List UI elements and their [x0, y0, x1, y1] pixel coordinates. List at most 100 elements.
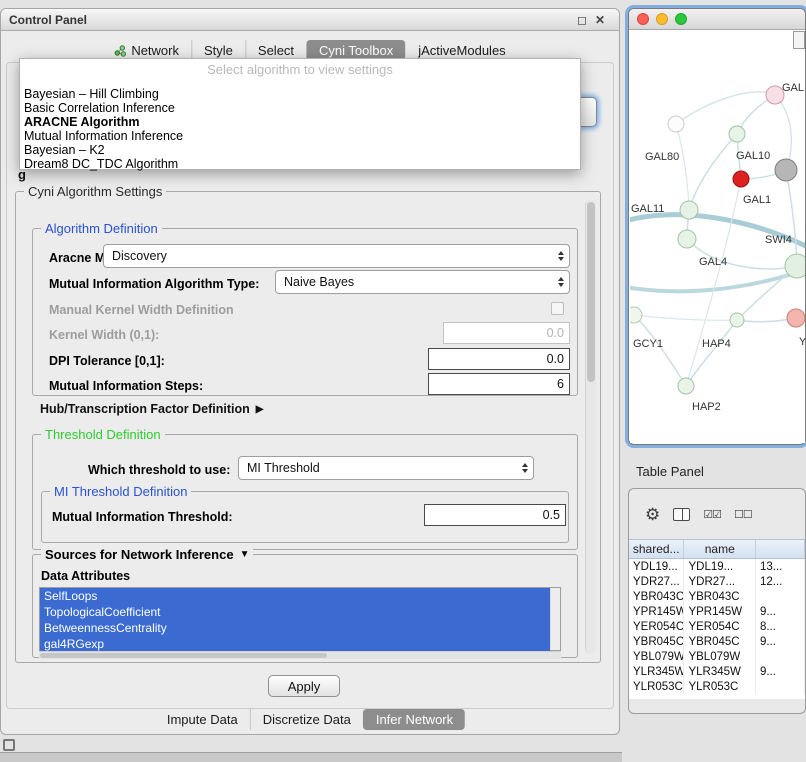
minimize-traffic-light[interactable] [656, 13, 668, 25]
attribute-item-selected[interactable]: SelfLoops [40, 588, 550, 604]
settings-scrollbar-thumb[interactable] [587, 202, 595, 382]
network-node[interactable] [668, 116, 684, 132]
tab-impute-data[interactable]: Impute Data [155, 709, 250, 730]
network-node-label: GAL4 [699, 256, 727, 268]
table-row[interactable]: YLR053CYLR053C [629, 679, 805, 694]
which-threshold-select[interactable]: MI Threshold [238, 456, 534, 480]
tab-label: Network [131, 43, 179, 58]
table-cell: YDR27... [684, 574, 755, 589]
table-cell: YDL19... [629, 559, 684, 574]
dpi-tolerance-input[interactable]: 0.0 [428, 348, 570, 370]
algorithm-option-selected[interactable]: ARACNE Algorithm [23, 115, 577, 129]
network-edge [630, 269, 805, 291]
table-row[interactable]: YER054CYER054C8... [629, 619, 805, 634]
table-row[interactable]: YLR345WYLR345W9... [629, 664, 805, 679]
network-node[interactable] [630, 307, 642, 323]
float-window-icon[interactable]: ◻ [577, 14, 587, 26]
table-cell: YPR145W [684, 604, 755, 619]
table-cell: YER054C [629, 619, 684, 634]
network-node[interactable] [733, 171, 749, 187]
network-node-label: GAL10 [736, 150, 770, 162]
table-cell: YBL079W [684, 649, 755, 664]
algorithm-definition-title: Algorithm Definition [41, 221, 162, 236]
column-header-shared-name[interactable]: shared... [629, 540, 684, 558]
table-cell: YDL19... [684, 559, 755, 574]
network-edge [634, 315, 686, 386]
mi-steps-input[interactable]: 6 [428, 373, 570, 395]
column-settings-icon[interactable] [673, 508, 690, 521]
algorithm-option[interactable]: Bayesian – Hill Climbing [23, 87, 577, 101]
attribute-item-selected[interactable]: TopologicalCoefficient [40, 604, 550, 620]
apply-button-label: Apply [288, 679, 321, 694]
which-threshold-value: MI Threshold [247, 461, 320, 475]
network-node[interactable] [678, 230, 696, 248]
table-cell [756, 589, 805, 604]
collapsed-arrow-icon: ▶ [256, 404, 264, 415]
algorithm-select-placeholder: Select algorithm to view settings [20, 62, 580, 77]
panel-toggle-icon[interactable] [3, 739, 15, 751]
network-canvas[interactable]: GALGAL80GAL10GAL11GAL1SWI4GAL4GCY1HAP4YH… [630, 31, 805, 443]
attribute-item-selected[interactable]: gal4RGexp [40, 636, 550, 652]
network-node[interactable] [678, 378, 694, 394]
settings-scrollbar[interactable] [585, 200, 596, 654]
attribute-list-hscrollbar[interactable] [39, 651, 561, 659]
network-node-label: GCY1 [633, 338, 663, 350]
table-cell [756, 679, 805, 694]
table-cell: 9... [756, 634, 805, 649]
kernel-width-value: 0.0 [547, 326, 564, 340]
algorithm-option[interactable]: Dream8 DC_TDC Algorithm [23, 157, 577, 171]
column-header-clipped[interactable] [756, 540, 805, 558]
dpi-tolerance-label: DPI Tolerance [0,1]: [49, 354, 165, 368]
aracne-mode-select[interactable]: Discovery [103, 244, 570, 268]
control-panel-titlebar: Control Panel ◻ ✕ [1, 9, 619, 31]
table-row[interactable]: YDR27...YDR27...12... [629, 574, 805, 589]
network-node-label: SWI4 [765, 234, 792, 246]
close-window-icon[interactable]: ✕ [595, 14, 605, 26]
attribute-list-scrollbar[interactable] [550, 588, 560, 650]
algorithm-option[interactable]: Bayesian – K2 [23, 143, 577, 157]
mi-threshold-group: MI Threshold Definition Mutual Informati… [41, 491, 569, 543]
network-node[interactable] [680, 201, 698, 219]
apply-button[interactable]: Apply [268, 675, 340, 697]
gear-icon[interactable]: ⚙ [645, 506, 660, 523]
attribute-item-selected[interactable]: BetweennessCentrality [40, 620, 550, 636]
table-panel-window: ⚙ ☑☑ ☐☐ shared... name YDL19...YDL19...1… [628, 488, 806, 714]
hub-definition-toggle[interactable]: Hub/Transcription Factor Definition ▶ [40, 402, 263, 416]
table-row[interactable]: YPR145WYPR145W9... [629, 604, 805, 619]
table-row[interactable]: YBL079WYBL079W [629, 649, 805, 664]
table-row[interactable]: YBR045CYBR045C9... [629, 634, 805, 649]
network-node[interactable] [729, 126, 745, 142]
manual-kernel-label: Manual Kernel Width Definition [49, 303, 234, 317]
network-edge [634, 315, 737, 320]
table-cell: 12... [756, 574, 805, 589]
table-row[interactable]: YBR043CYBR043C [629, 589, 805, 604]
dropdown-arrows-icon [558, 277, 564, 287]
node-table-body: YDL19...YDL19...13...YDR27...YDR27...12.… [629, 559, 805, 699]
mi-threshold-value: 0.5 [543, 508, 560, 522]
algorithm-option[interactable]: Basic Correlation Inference [23, 101, 577, 115]
column-header-name[interactable]: name [684, 540, 756, 558]
table-cell: YLR053C [684, 679, 755, 694]
mi-threshold-input[interactable]: 0.5 [424, 504, 566, 526]
select-all-checks-icon[interactable]: ☑☑ [703, 508, 721, 521]
hub-definition-label: Hub/Transcription Factor Definition [40, 402, 250, 416]
sources-toggle[interactable]: Sources for Network Inference ▼ [41, 547, 253, 562]
network-node[interactable] [730, 313, 744, 327]
network-window-titlebar [629, 9, 805, 30]
network-node[interactable] [775, 159, 797, 181]
network-node[interactable] [787, 309, 805, 327]
zoom-traffic-light[interactable] [675, 13, 687, 25]
screen: Control Panel ◻ ✕ Network Style Select C… [0, 0, 806, 762]
control-panel-window: Control Panel ◻ ✕ Network Style Select C… [0, 8, 620, 735]
clear-all-checks-icon[interactable]: ☐☐ [734, 508, 752, 521]
mi-type-select[interactable]: Naive Bayes [275, 270, 570, 294]
network-node-label: GAL [782, 82, 804, 94]
algorithm-option[interactable]: Mutual Information Inference [23, 129, 577, 143]
threshold-definition-group: Threshold Definition Which threshold to … [32, 434, 578, 550]
table-row[interactable]: YDL19...YDL19...13... [629, 559, 805, 574]
mi-steps-label: Mutual Information Steps: [49, 379, 203, 393]
close-traffic-light[interactable] [637, 13, 649, 25]
network-node[interactable] [785, 254, 805, 278]
tab-infer-network[interactable]: Infer Network [363, 709, 465, 730]
tab-discretize-data[interactable]: Discretize Data [250, 709, 363, 730]
